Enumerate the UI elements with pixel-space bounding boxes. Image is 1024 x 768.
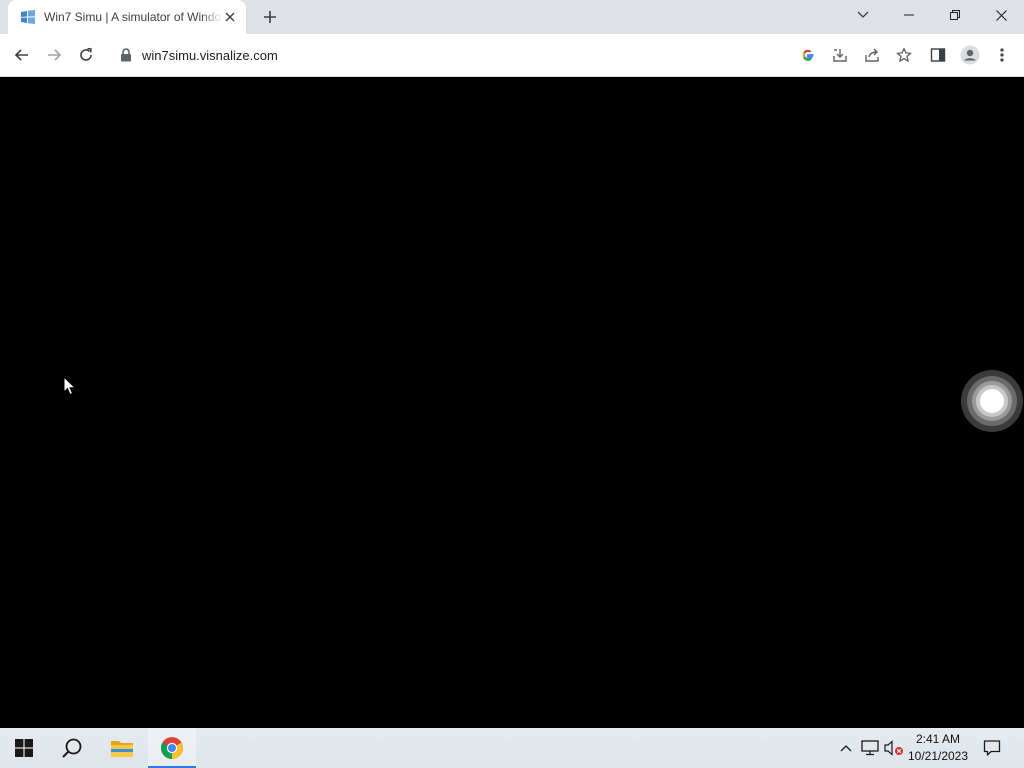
close-window-button[interactable] <box>978 0 1024 30</box>
plus-icon <box>264 11 276 23</box>
network-button[interactable] <box>860 738 880 758</box>
reload-button[interactable] <box>72 41 100 69</box>
share-icon[interactable] <box>856 39 888 71</box>
search-icon <box>62 738 82 758</box>
bookmark-star-icon[interactable] <box>888 39 920 71</box>
side-panel-button[interactable] <box>924 41 952 69</box>
volume-button[interactable] <box>884 738 904 758</box>
tab-search-button[interactable] <box>840 0 886 30</box>
profile-button[interactable] <box>956 41 984 69</box>
page-viewport[interactable] <box>0 77 1024 728</box>
chevron-up-icon <box>840 745 852 752</box>
circle-icon <box>961 370 1023 432</box>
minimize-button[interactable] <box>886 0 932 30</box>
tab-strip: Win7 Simu | A simulator of Windows 7 <box>0 0 1024 34</box>
taskbar: 2:41 AM 10/21/2023 <box>0 728 1024 768</box>
show-hidden-icons-button[interactable] <box>836 738 856 758</box>
google-icon[interactable] <box>792 39 824 71</box>
network-icon <box>861 740 879 756</box>
chevron-down-icon <box>857 11 869 18</box>
kebab-menu-icon <box>1000 48 1004 62</box>
clock-date: 10/21/2023 <box>907 749 969 763</box>
tab-close-icon[interactable] <box>222 9 238 25</box>
restore-icon <box>950 10 960 20</box>
file-explorer-button[interactable] <box>98 728 146 768</box>
close-icon <box>995 9 1007 21</box>
file-explorer-icon <box>111 741 133 757</box>
forward-arrow-icon <box>48 49 62 61</box>
url-text[interactable]: win7simu.visnalize.com <box>142 48 278 63</box>
install-app-icon[interactable] <box>824 39 856 71</box>
new-tab-button[interactable] <box>258 5 282 29</box>
profile-icon <box>960 45 980 65</box>
browser-toolbar: win7simu.visnalize.com <box>0 34 1024 77</box>
chrome-icon <box>161 737 183 759</box>
taskbar-clock[interactable]: 2:41 AM 10/21/2023 <box>904 730 972 766</box>
clock-time: 2:41 AM <box>915 732 961 746</box>
action-center-button[interactable] <box>976 728 1008 768</box>
floating-circle-button[interactable] <box>960 369 1024 433</box>
volume-muted-icon <box>884 740 903 756</box>
forward-button[interactable] <box>40 41 68 69</box>
minimize-icon <box>904 14 914 16</box>
search-button[interactable] <box>48 728 96 768</box>
back-button[interactable] <box>8 41 36 69</box>
restore-button[interactable] <box>932 0 978 30</box>
lock-icon[interactable] <box>120 48 134 62</box>
win7-simu-favicon-icon <box>20 9 36 25</box>
back-arrow-icon <box>14 49 28 61</box>
reload-icon <box>80 47 92 61</box>
mouse-cursor-icon <box>63 376 77 396</box>
notification-icon <box>983 740 1001 756</box>
windows-start-icon <box>15 739 33 757</box>
side-panel-icon <box>930 48 946 62</box>
browser-tab[interactable]: Win7 Simu | A simulator of Windows 7 <box>8 0 246 34</box>
browser-menu-button[interactable] <box>988 41 1016 69</box>
start-button[interactable] <box>0 728 48 768</box>
chrome-taskbar-button[interactable] <box>148 728 196 768</box>
tab-title: Win7 Simu | A simulator of Windows 7 <box>44 10 222 24</box>
address-bar[interactable]: win7simu.visnalize.com <box>110 39 920 71</box>
